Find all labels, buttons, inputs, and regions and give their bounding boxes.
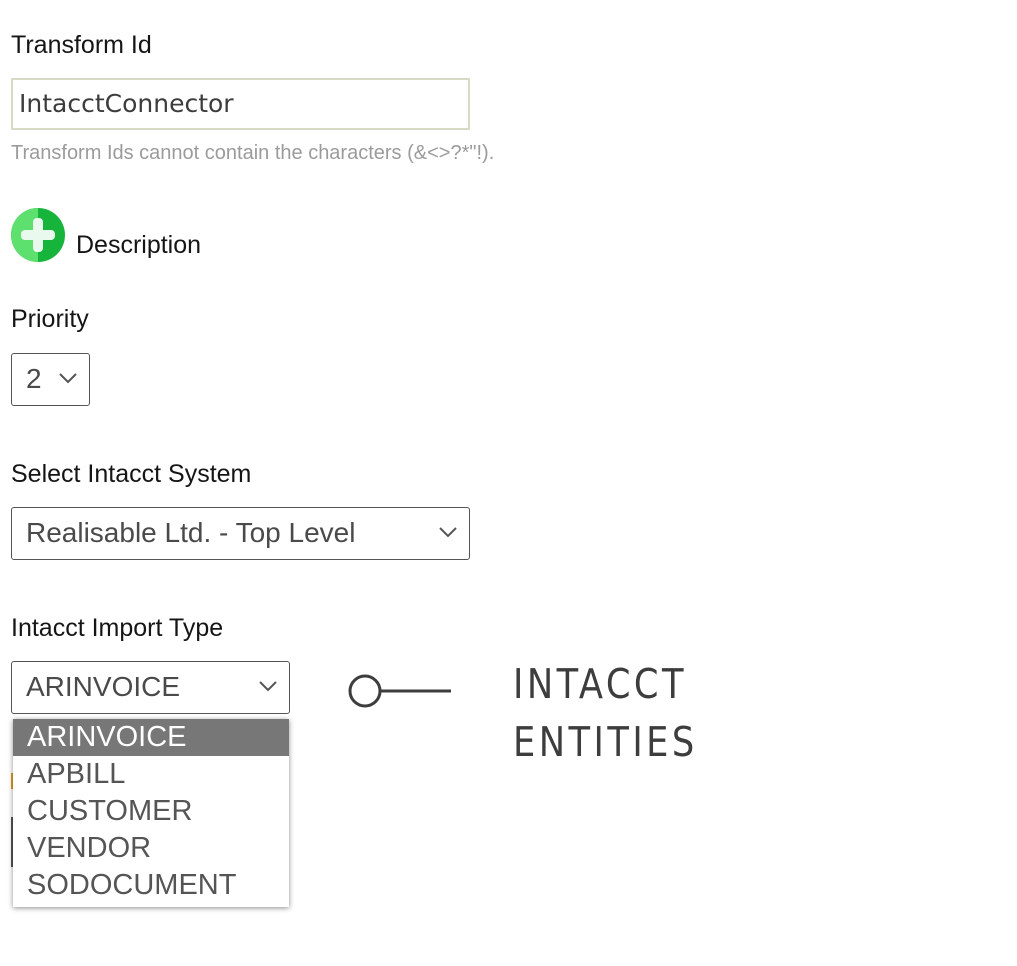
transform-id-hint: Transform Ids cannot contain the charact… (11, 142, 495, 164)
dropdown-option[interactable]: VENDOR (13, 830, 289, 867)
description-label[interactable]: Description (76, 231, 201, 260)
annotation-line-2: ENTITIES (513, 718, 698, 766)
import-type-select[interactable]: ARINVOICE (11, 661, 290, 714)
import-type-value: ARINVOICE (26, 671, 181, 702)
dropdown-option[interactable]: ARINVOICE (13, 719, 289, 756)
intacct-system-label: Select Intacct System (11, 460, 252, 488)
intacct-system-select[interactable]: Realisable Ltd. - Top Level (11, 507, 470, 560)
dropdown-option[interactable]: SODOCUMENT (13, 867, 289, 904)
annotation-line-1: INTACCT (513, 660, 687, 708)
dropdown-option[interactable]: APBILL (13, 756, 289, 793)
chevron-down-icon (59, 373, 77, 384)
chevron-down-icon (259, 681, 277, 692)
import-type-dropdown: ARINVOICE APBILL CUSTOMER VENDOR SODOCUM… (13, 719, 289, 907)
plus-circle-icon[interactable] (11, 208, 65, 262)
transform-id-input[interactable]: IntacctConnector (11, 78, 470, 130)
dropdown-option[interactable]: CUSTOMER (13, 793, 289, 830)
priority-value: 2 (26, 363, 42, 394)
priority-label: Priority (11, 305, 89, 333)
callout-connector-icon (348, 674, 451, 708)
chevron-down-icon (439, 527, 457, 538)
transform-id-label: Transform Id (11, 31, 152, 59)
intacct-system-value: Realisable Ltd. - Top Level (26, 517, 356, 548)
import-type-label: Intacct Import Type (11, 614, 224, 642)
priority-select[interactable]: 2 (11, 353, 90, 406)
